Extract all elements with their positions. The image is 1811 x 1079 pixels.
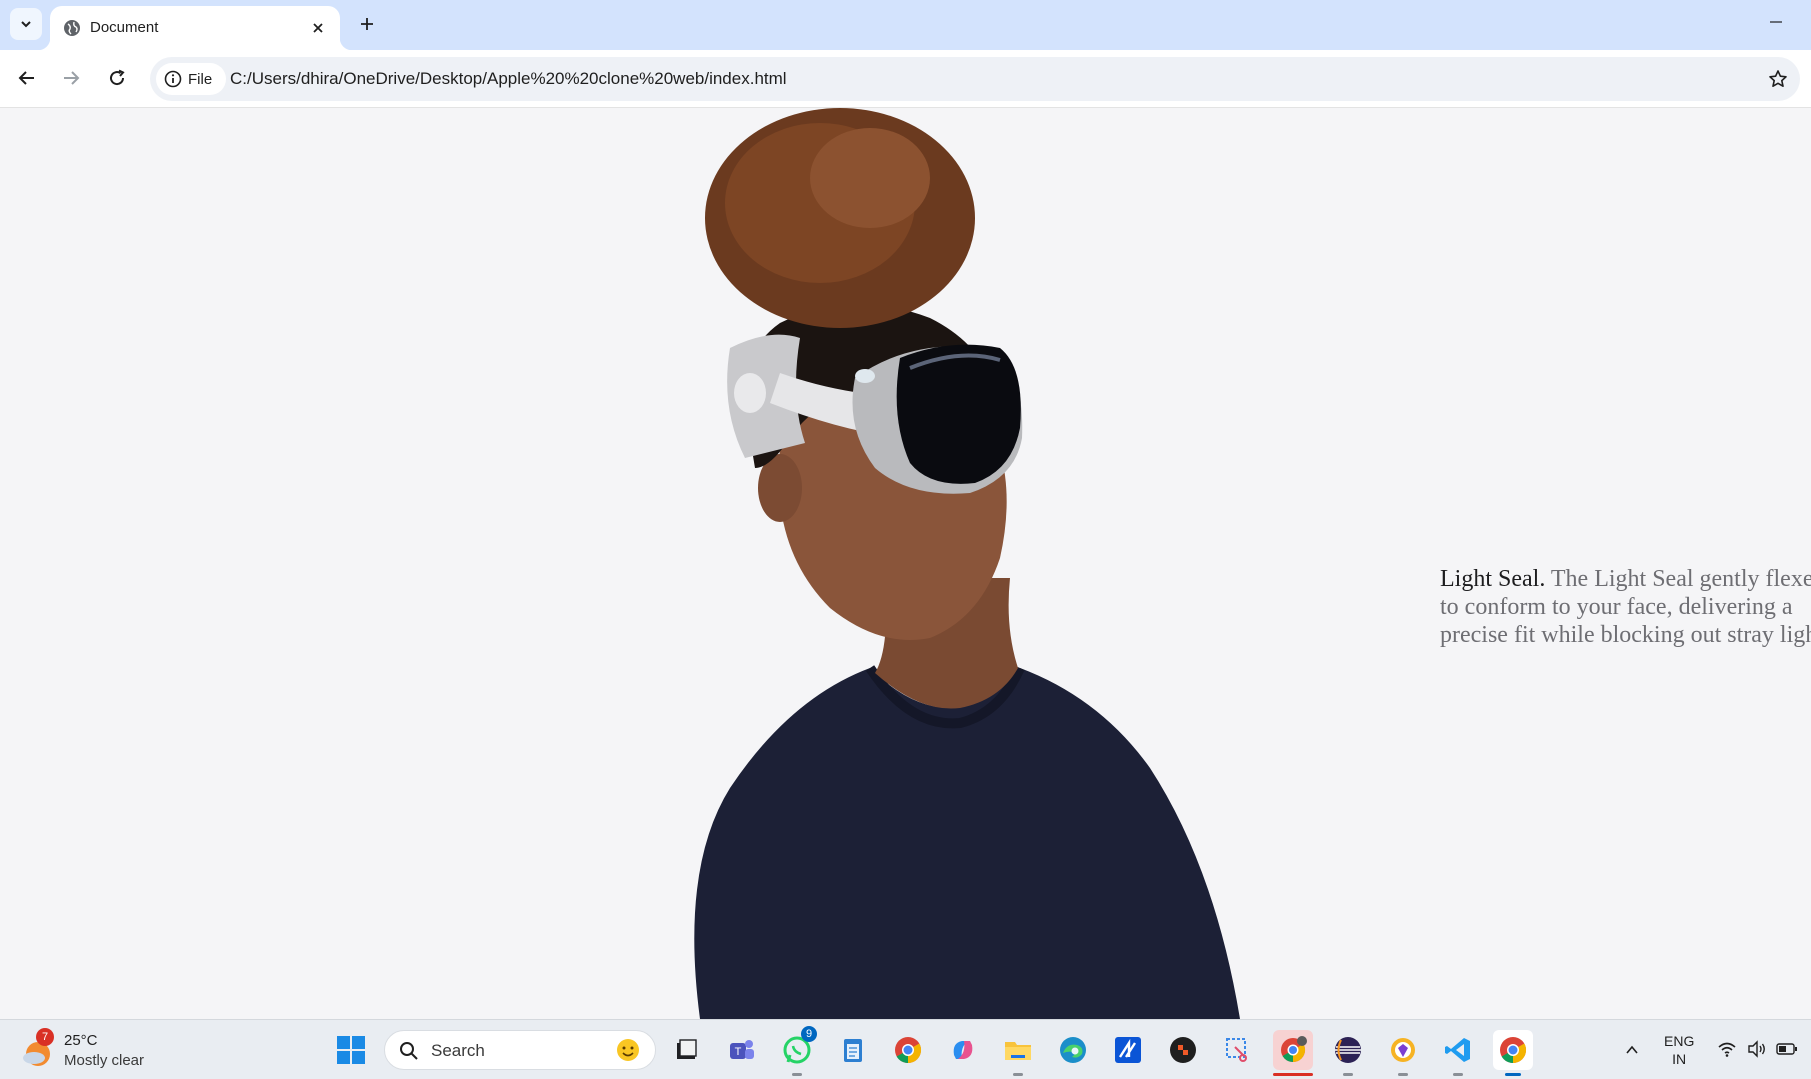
- back-button[interactable]: [10, 61, 44, 95]
- autodesk-icon: [1115, 1037, 1141, 1063]
- taskbar-dark-app[interactable]: [1163, 1030, 1203, 1070]
- new-tab-button[interactable]: [352, 9, 382, 39]
- weather-notification-badge: 7: [36, 1028, 54, 1046]
- show-hidden-icons-button[interactable]: [1620, 1035, 1644, 1065]
- browser-tab[interactable]: Document: [38, 6, 352, 50]
- windows-taskbar: 7 25°C Mostly clear Search T 9 ENG IN: [0, 1019, 1811, 1079]
- search-icon: [400, 1042, 418, 1060]
- eclipse-icon: [1335, 1037, 1361, 1063]
- taskbar-chrome[interactable]: [888, 1030, 928, 1070]
- file-explorer-icon: [677, 1039, 697, 1059]
- taskbar-brave[interactable]: [1383, 1030, 1423, 1076]
- site-info-chip[interactable]: File: [156, 63, 226, 95]
- wifi-icon: [1716, 1036, 1738, 1062]
- folder-icon: [1005, 1042, 1031, 1060]
- chrome-active-icon: [1500, 1037, 1527, 1064]
- close-icon: [313, 23, 323, 33]
- info-icon: [164, 70, 182, 88]
- forward-arrow-icon: [64, 71, 80, 85]
- whatsapp-badge: 9: [801, 1026, 817, 1042]
- weather-widget[interactable]: 7 25°C Mostly clear: [20, 1028, 180, 1072]
- taskbar-snipping-tool[interactable]: [1218, 1030, 1258, 1070]
- taskbar-vscode[interactable]: [1438, 1030, 1478, 1076]
- chevron-down-icon: [21, 21, 31, 28]
- taskbar-file-explorer[interactable]: [667, 1030, 707, 1070]
- minimize-icon: [1770, 21, 1782, 23]
- site-chip-label: File: [188, 70, 213, 88]
- svg-text:T: T: [735, 1046, 742, 1058]
- tab-search-button[interactable]: [10, 8, 42, 40]
- feature-lead: Light Seal.: [1440, 566, 1546, 592]
- taskbar-teams[interactable]: T: [722, 1030, 762, 1070]
- language-indicator[interactable]: ENG IN: [1664, 1032, 1694, 1068]
- edge-icon: [1060, 1037, 1086, 1063]
- weather-description: Mostly clear: [64, 1052, 145, 1069]
- minimize-button[interactable]: [1761, 10, 1791, 34]
- forward-button[interactable]: [54, 61, 88, 95]
- taskbar-edge[interactable]: [1053, 1030, 1093, 1070]
- volume-icon: [1746, 1036, 1768, 1062]
- taskbar-search-label: Search: [431, 1041, 485, 1060]
- taskbar-chrome-active[interactable]: [1493, 1030, 1533, 1076]
- url-text[interactable]: C:/Users/dhira/OneDrive/Desktop/Apple%20…: [230, 69, 787, 89]
- notepad-icon: [844, 1039, 862, 1062]
- vscode-icon: [1445, 1038, 1470, 1062]
- plus-icon: [361, 18, 373, 30]
- reload-icon: [110, 69, 125, 86]
- tab-strip: Document: [0, 0, 1811, 50]
- copilot-icon: [953, 1041, 973, 1059]
- page-viewport: Light Seal. The Light Seal gently flexes…: [0, 108, 1811, 1019]
- chrome-profile-icon: [1281, 1036, 1307, 1062]
- tab-close-button[interactable]: [306, 16, 330, 40]
- sun-emoji-icon: [617, 1039, 639, 1061]
- running-indicator: [1013, 1073, 1023, 1076]
- running-indicator: [1453, 1073, 1463, 1076]
- bookmark-button[interactable]: [1762, 63, 1794, 95]
- region-code: IN: [1672, 1051, 1687, 1067]
- running-indicator: [792, 1073, 802, 1076]
- tab-title: Document: [90, 19, 159, 36]
- running-indicator: [1273, 1073, 1313, 1076]
- taskbar-chrome-profile[interactable]: [1273, 1030, 1313, 1076]
- taskbar-eclipse[interactable]: [1328, 1030, 1368, 1076]
- teams-icon: T: [730, 1040, 754, 1059]
- running-indicator: [1343, 1073, 1353, 1076]
- taskbar-autodesk[interactable]: [1108, 1030, 1148, 1070]
- globe-icon: [64, 20, 80, 36]
- taskbar-copilot[interactable]: [943, 1030, 983, 1070]
- taskbar-whatsapp[interactable]: 9: [777, 1026, 817, 1076]
- back-arrow-icon: [18, 71, 34, 85]
- feature-description: Light Seal. The Light Seal gently flexes…: [1440, 565, 1811, 649]
- language-code: ENG: [1664, 1033, 1695, 1049]
- address-bar[interactable]: File C:/Users/dhira/OneDrive/Desktop/App…: [150, 57, 1800, 101]
- windows-start-icon[interactable]: [336, 1035, 366, 1065]
- taskbar-folder[interactable]: [998, 1030, 1038, 1076]
- running-indicator: [1398, 1073, 1408, 1076]
- taskbar-notepad[interactable]: [833, 1030, 873, 1070]
- system-tray[interactable]: [1716, 1036, 1798, 1062]
- reload-button[interactable]: [100, 61, 134, 95]
- running-indicator: [1505, 1073, 1521, 1076]
- star-icon: [1769, 70, 1787, 87]
- browser-toolbar: File C:/Users/dhira/OneDrive/Desktop/App…: [0, 50, 1811, 108]
- dark-app-icon: [1170, 1037, 1196, 1063]
- battery-icon: [1776, 1036, 1798, 1062]
- taskbar-search-box[interactable]: Search: [384, 1030, 656, 1070]
- weather-temperature: 25°C: [64, 1032, 98, 1049]
- chrome-icon: [895, 1037, 922, 1064]
- brave-icon: [1391, 1038, 1415, 1062]
- chevron-up-icon: [1626, 1045, 1638, 1054]
- hero-product-image: [694, 108, 1240, 1019]
- snipping-tool-icon: [1226, 1038, 1247, 1062]
